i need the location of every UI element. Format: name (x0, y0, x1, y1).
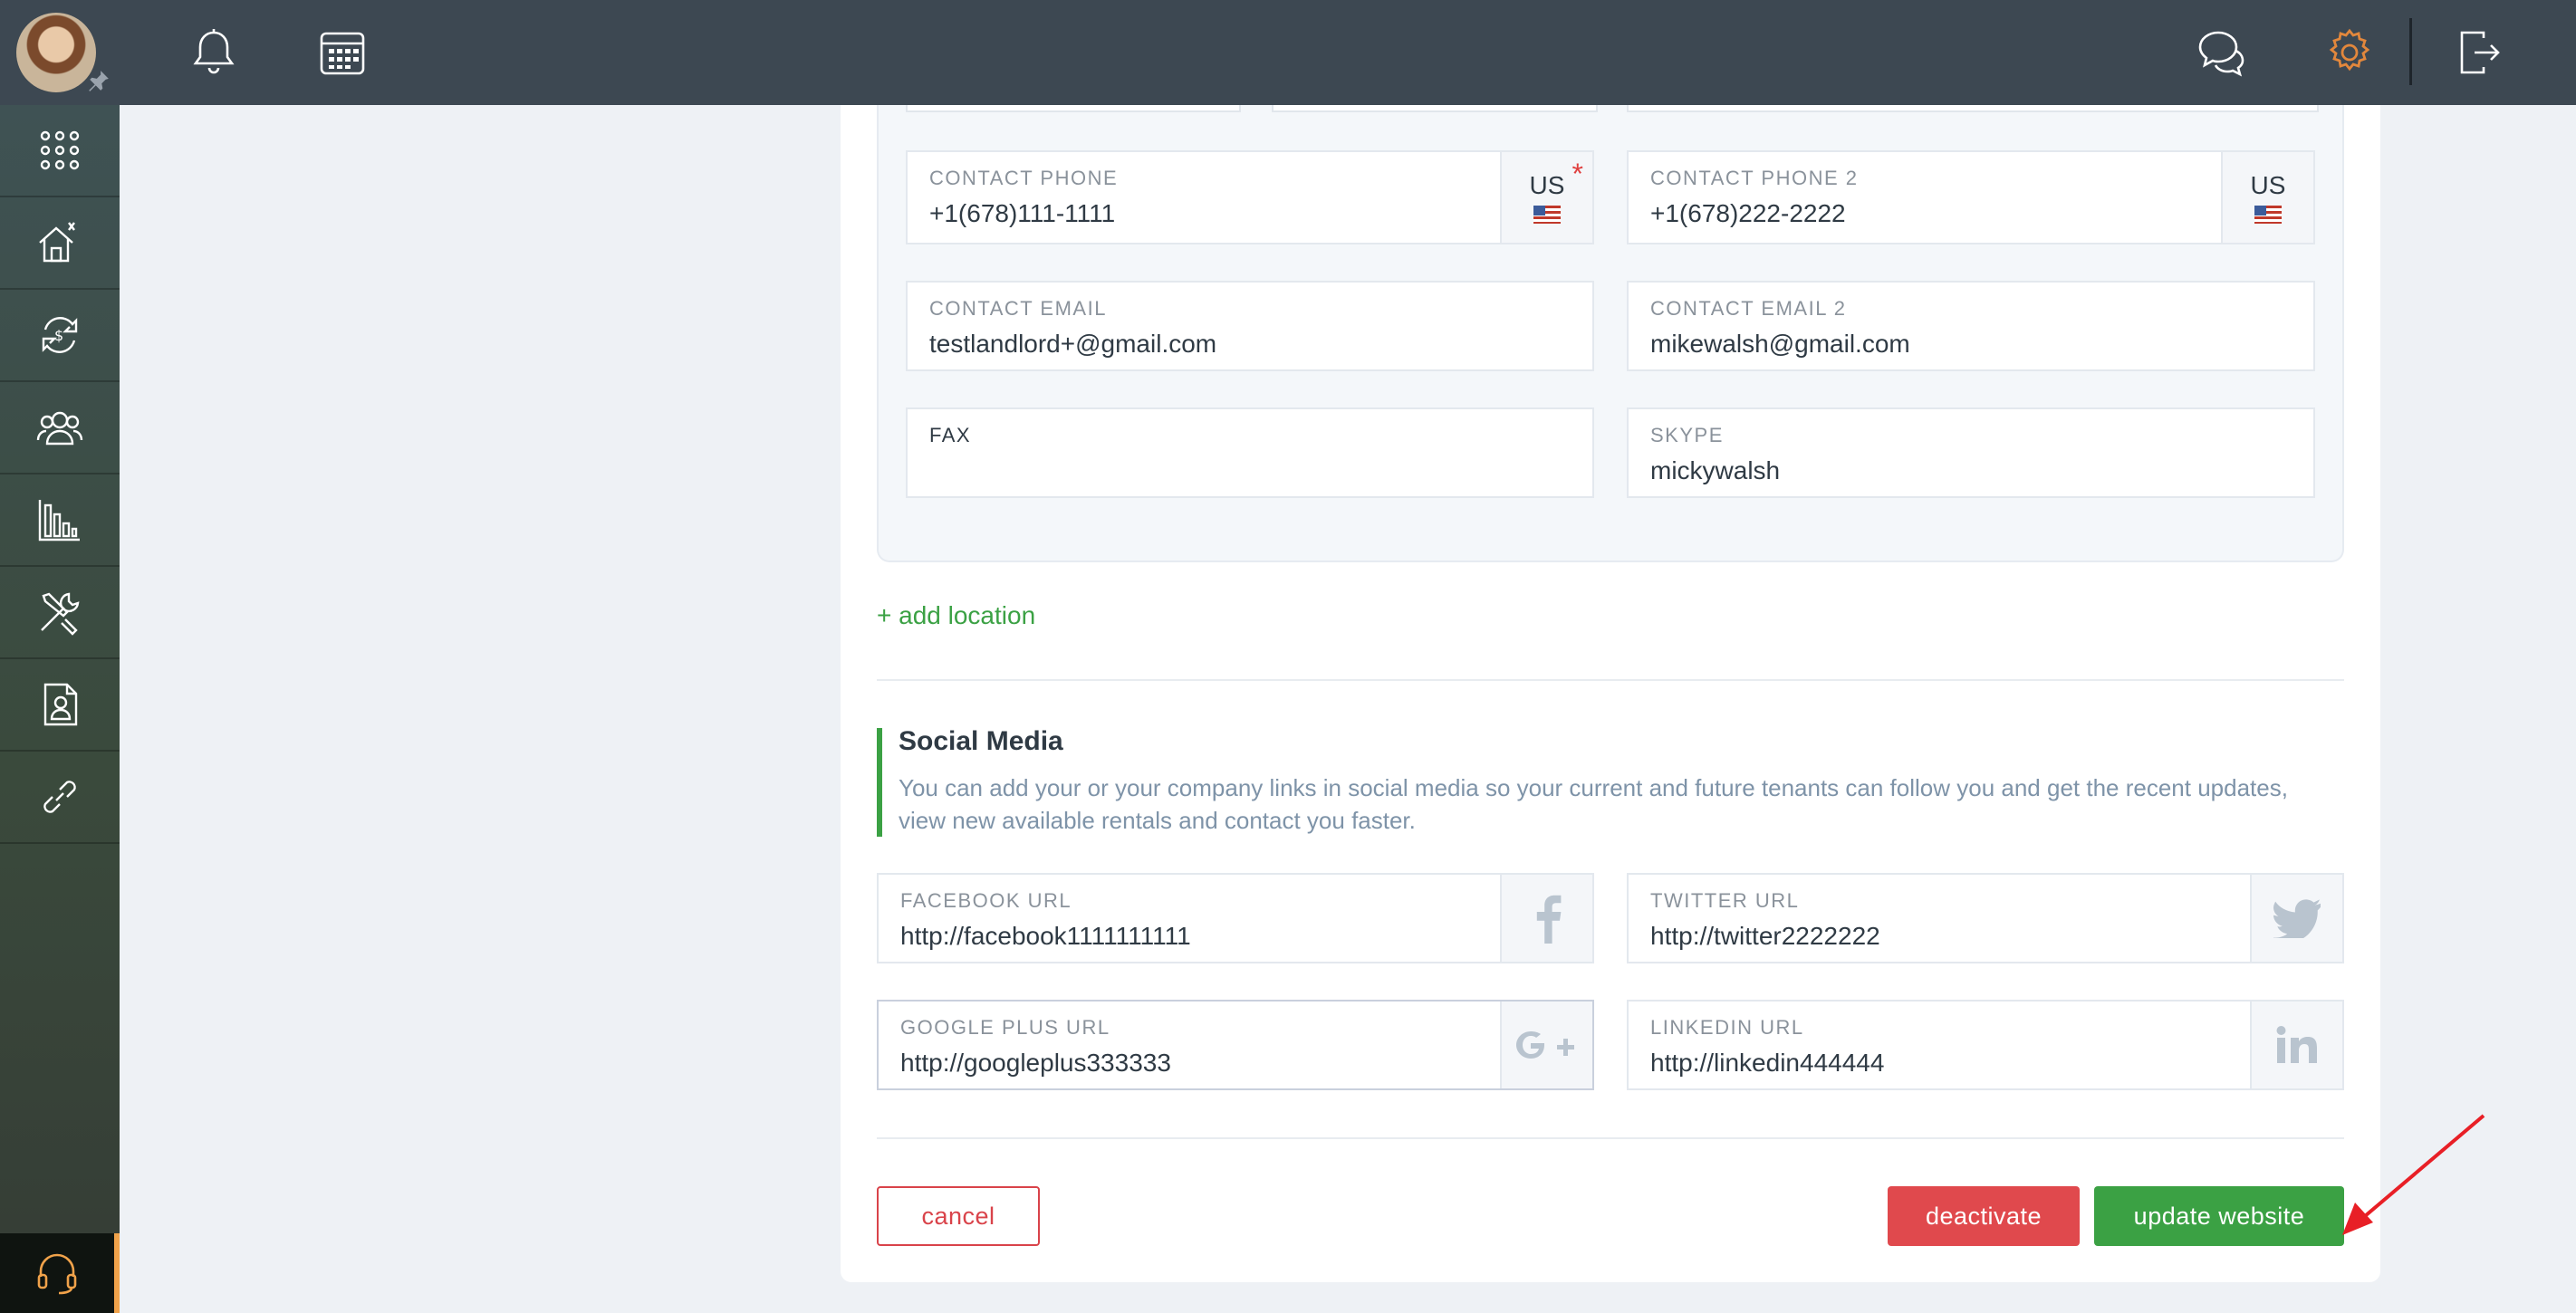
svg-text:$: $ (54, 327, 63, 344)
social-media-description: You can add your or your company links i… (899, 774, 2288, 834)
contact-phone-label: CONTACT PHONE (929, 167, 1119, 189)
facebook-url-value[interactable]: http://facebook1111111111 (900, 922, 1191, 951)
linkedin-url-field[interactable]: LINKEDIN URL http://linkedin444444 (1627, 1000, 2344, 1090)
social-media-title: Social Media (899, 726, 1063, 756)
twitter-url-field[interactable]: TWITTER URL http://twitter2222222 (1627, 873, 2344, 963)
linkedin-addon (2250, 1002, 2342, 1088)
apps-grid-icon (40, 130, 80, 170)
avatar[interactable] (16, 13, 96, 92)
twitter-icon (2273, 899, 2321, 938)
country-selector-2[interactable]: US (2221, 152, 2313, 243)
reports-icon (38, 500, 80, 541)
facebook-url-label: FACEBOOK URL (900, 889, 1072, 912)
linkedin-url-label: LINKEDIN URL (1650, 1016, 1804, 1039)
google-plus-icon (1516, 1031, 1574, 1059)
twitter-url-value[interactable]: http://twitter2222222 (1650, 922, 1880, 951)
google-plus-url-value[interactable]: http://googleplus333333 (900, 1049, 1171, 1078)
google-plus-url-label: GOOGLE PLUS URL (900, 1016, 1110, 1039)
google-plus-addon (1500, 1002, 1592, 1088)
calendar-icon[interactable] (315, 25, 370, 80)
pin-icon[interactable] (87, 69, 111, 92)
us-flag-icon (2254, 206, 2282, 224)
sidebar-item-links[interactable] (0, 752, 120, 844)
avatar-area (0, 0, 120, 105)
contact-email-value[interactable]: testlandlord+@gmail.com (929, 330, 1216, 359)
divider (877, 679, 2344, 681)
logout-icon[interactable] (2451, 25, 2505, 80)
annotation-arrow-icon (2342, 1114, 2485, 1235)
contact-email-2-value[interactable]: mikewalsh@gmail.com (1650, 330, 1910, 359)
sidebar-item-payments[interactable]: $ (0, 290, 120, 382)
sidebar-item-maintenance[interactable] (0, 567, 120, 659)
sidebar-item-reports[interactable] (0, 474, 120, 567)
cancel-button[interactable]: cancel (877, 1186, 1040, 1246)
support-accent (114, 1233, 120, 1313)
twitter-addon (2250, 875, 2342, 962)
contact-email-label: CONTACT EMAIL (929, 297, 1107, 320)
support-button[interactable] (0, 1233, 114, 1313)
skype-value[interactable]: mickywalsh (1650, 456, 1780, 485)
skype-field[interactable]: SKYPE mickywalsh (1627, 407, 2315, 498)
divider (877, 1137, 2344, 1139)
linkedin-url-value[interactable]: http://linkedin444444 (1650, 1049, 1884, 1078)
sidebar-item-properties[interactable] (0, 197, 120, 290)
tenants-icon (36, 411, 83, 446)
add-location-link[interactable]: + add location (877, 601, 1035, 630)
google-plus-url-field[interactable]: GOOGLE PLUS URL http://googleplus333333 (877, 1000, 1594, 1090)
contact-phone-field[interactable]: CONTACT PHONE +1(678)111-1111 US * (906, 150, 1594, 244)
linkedin-icon (2276, 1026, 2317, 1063)
sidebar-item-applications[interactable] (0, 659, 120, 752)
properties-icon (39, 222, 75, 263)
chat-icon[interactable] (2194, 25, 2248, 80)
applications-icon (43, 683, 78, 726)
facebook-url-field[interactable]: FACEBOOK URL http://facebook1111111111 (877, 873, 1594, 963)
sidebar-item-apps[interactable] (0, 105, 120, 197)
contact-email-2-field[interactable]: CONTACT EMAIL 2 mikewalsh@gmail.com (1627, 281, 2315, 371)
sidebar: $ (0, 105, 120, 1313)
facebook-addon (1500, 875, 1592, 962)
headset-icon (37, 1253, 77, 1295)
bell-icon[interactable] (187, 25, 241, 80)
country-selector[interactable]: US * (1500, 152, 1592, 243)
topbar-divider (2409, 18, 2412, 85)
contact-phone-2-label: CONTACT PHONE 2 (1650, 167, 1859, 189)
skype-label: SKYPE (1650, 424, 1724, 446)
update-website-button[interactable]: update website (2094, 1186, 2344, 1246)
field-edge (1272, 105, 1598, 112)
links-icon (43, 781, 76, 813)
fax-field[interactable]: FAX (906, 407, 1594, 498)
contact-phone-value[interactable]: +1(678)111-1111 (929, 199, 1115, 228)
contact-phone-2-value[interactable]: +1(678)222-2222 (1650, 199, 1846, 228)
deactivate-button[interactable]: deactivate (1888, 1186, 2080, 1246)
us-flag-icon (1533, 206, 1561, 224)
country-code: US (1529, 171, 1565, 199)
top-bar (0, 0, 2576, 105)
field-edge (906, 105, 1241, 112)
contact-phone-2-field[interactable]: CONTACT PHONE 2 +1(678)222-2222 US (1627, 150, 2315, 244)
country-code-2: US (2250, 171, 2286, 199)
contact-email-field[interactable]: CONTACT EMAIL testlandlord+@gmail.com (906, 281, 1594, 371)
section-accent-bar (877, 728, 882, 837)
field-edge (1627, 105, 2319, 112)
contact-email-2-label: CONTACT EMAIL 2 (1650, 297, 1847, 320)
maintenance-icon (41, 592, 80, 636)
fax-label: FAX (929, 424, 972, 446)
payments-icon: $ (42, 317, 78, 353)
gear-icon[interactable] (2322, 25, 2377, 80)
twitter-url-label: TWITTER URL (1650, 889, 1800, 912)
facebook-icon (1536, 895, 1562, 944)
required-mark: * (1572, 158, 1583, 190)
sidebar-item-tenants[interactable] (0, 382, 120, 474)
